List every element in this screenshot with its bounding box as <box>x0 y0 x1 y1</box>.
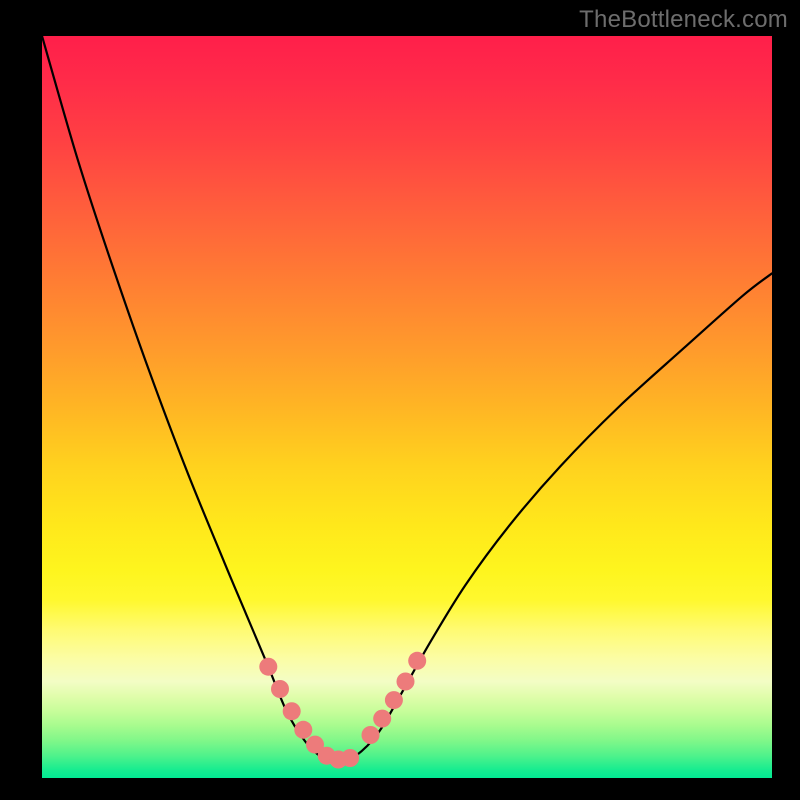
bottleneck-curve <box>42 36 772 762</box>
highlight-dot <box>385 691 403 709</box>
highlight-dot <box>294 721 312 739</box>
highlight-dot <box>259 658 277 676</box>
highlight-dot <box>271 680 289 698</box>
highlight-dot <box>283 702 301 720</box>
highlight-dot <box>362 726 380 744</box>
highlight-dots <box>259 652 426 769</box>
chart-frame: TheBottleneck.com <box>0 0 800 800</box>
plot-area <box>42 36 772 778</box>
chart-svg <box>42 36 772 778</box>
highlight-dot <box>408 652 426 670</box>
highlight-dot <box>373 710 391 728</box>
watermark-text: TheBottleneck.com <box>579 6 788 34</box>
highlight-dot <box>397 673 415 691</box>
highlight-dot <box>341 749 359 767</box>
